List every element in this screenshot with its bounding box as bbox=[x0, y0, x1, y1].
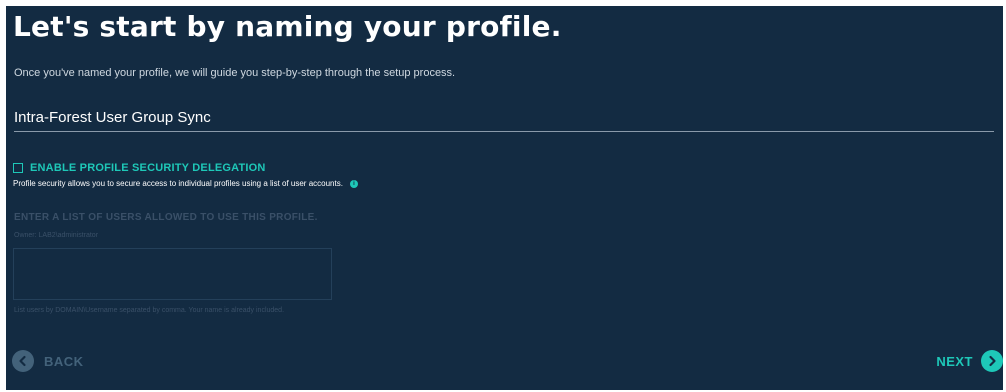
allowed-users-textarea[interactable] bbox=[13, 248, 332, 300]
security-delegation-description-text: Profile security allows you to secure ac… bbox=[13, 179, 343, 188]
back-button[interactable]: BACK bbox=[12, 349, 84, 373]
next-button[interactable]: NEXT bbox=[936, 349, 1003, 373]
enable-security-delegation-toggle[interactable]: ENABLE PROFILE SECURITY DELEGATION bbox=[13, 161, 266, 175]
chevron-right-icon bbox=[981, 350, 1003, 372]
security-delegation-label: ENABLE PROFILE SECURITY DELEGATION bbox=[30, 162, 266, 174]
allowed-users-heading: ENTER A LIST OF USERS ALLOWED TO USE THI… bbox=[14, 212, 318, 223]
security-delegation-checkbox[interactable] bbox=[13, 163, 23, 173]
profile-owner-text: Owner: LAB2\administrator bbox=[14, 232, 99, 239]
security-delegation-description: Profile security allows you to secure ac… bbox=[13, 179, 358, 188]
profile-name-field bbox=[14, 106, 994, 132]
next-button-label: NEXT bbox=[936, 353, 973, 369]
chevron-left-icon bbox=[12, 350, 34, 372]
back-button-label: BACK bbox=[44, 353, 84, 369]
page-subtitle: Once you've named your profile, we will … bbox=[14, 67, 456, 79]
profile-setup-panel: Let's start by naming your profile. Once… bbox=[6, 6, 1003, 390]
profile-name-input[interactable] bbox=[14, 109, 994, 126]
page-title: Let's start by naming your profile. bbox=[13, 10, 562, 43]
info-icon[interactable]: i bbox=[349, 179, 358, 188]
allowed-users-hint: List users by DOMAIN\Username separated … bbox=[14, 307, 285, 314]
